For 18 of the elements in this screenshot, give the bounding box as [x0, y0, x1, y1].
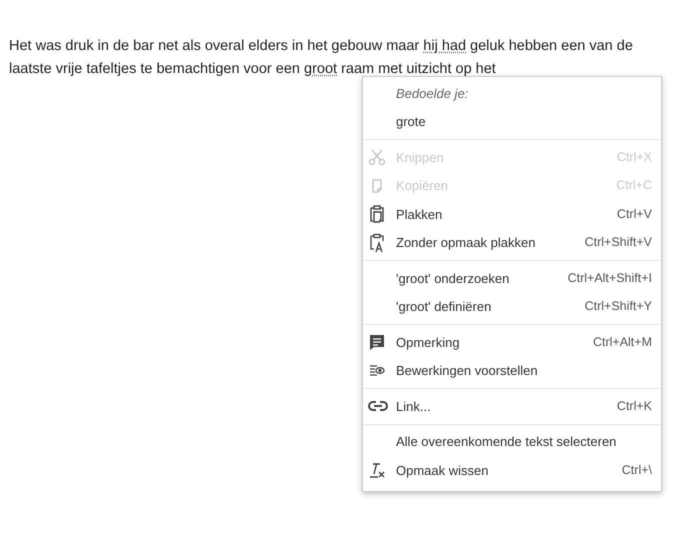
menu-item[interactable]: Zonder opmaak plakken Ctrl+Shift+V — [363, 228, 661, 257]
menu-item[interactable]: Plakken Ctrl+V — [363, 200, 661, 228]
menu-item[interactable]: 'groot' definiëren Ctrl+Shift+Y — [363, 292, 661, 321]
comment-icon — [368, 333, 386, 352]
clipboard-icon — [368, 204, 386, 224]
menu-item[interactable]: Link... Ctrl+K — [363, 392, 661, 420]
clear-formatting-icon — [368, 461, 386, 480]
document-paragraph: Het was druk in de bar net als overal elders in het gebouw maar hij had geluk hebben een van de laatste vrije tafeltjes te bemachtigen voor een groot raam met uitzicht op het — [9, 37, 634, 79]
scissors-icon — [368, 148, 386, 166]
clipboard-letter-icon — [368, 232, 386, 253]
menu-item[interactable]: Alle overeenkomende tekst selecteren — [363, 428, 661, 456]
menu-item[interactable]: Opmerking Ctrl+Alt+M — [363, 328, 661, 356]
menu-item[interactable]: Bewerkingen voorstellen — [363, 356, 661, 385]
menu-header: Bedoelde je: — [396, 85, 468, 104]
suggestion-item[interactable]: grote — [363, 108, 661, 136]
menu-item[interactable]: Opmaak wissen Ctrl+\ — [363, 456, 661, 484]
menu-item[interactable]: 'groot' onderzoeken Ctrl+Alt+Shift+I — [363, 264, 661, 292]
link-icon — [368, 400, 388, 412]
